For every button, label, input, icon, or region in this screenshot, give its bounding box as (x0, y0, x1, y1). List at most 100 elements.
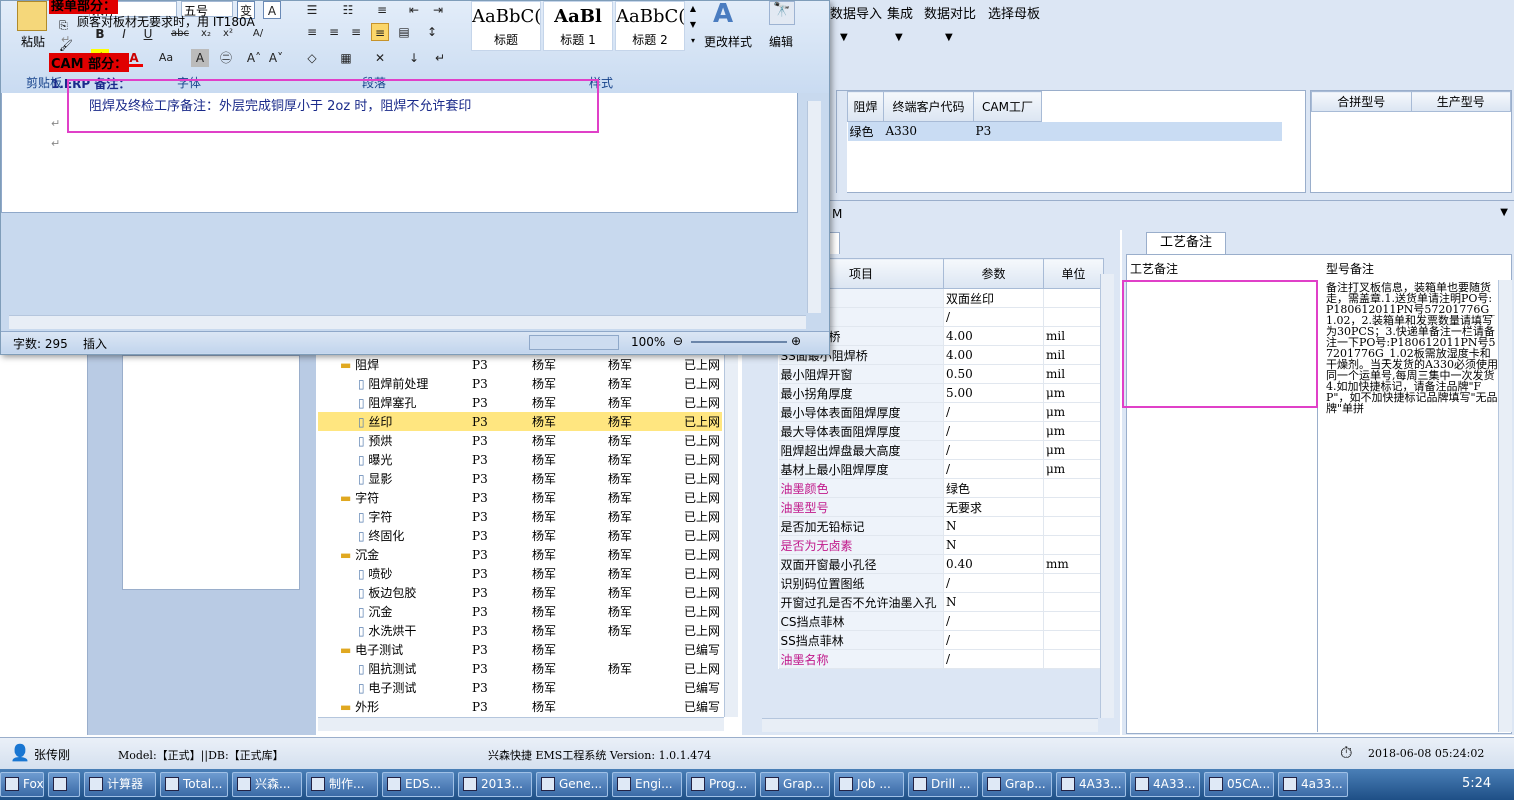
styles-scroll[interactable]: ▲ ▼ ▾ (687, 1, 699, 51)
paste-icon[interactable] (17, 1, 47, 31)
param-row[interactable]: 油墨颜色 绿色 (778, 478, 1104, 498)
taskbar-item[interactable]: Foxm... (0, 772, 44, 797)
tree-row[interactable]: ▯ 阻抗测试 P3 杨军 杨军 已上网 (318, 659, 722, 678)
param-row[interactable]: 阻焊超出焊盘最大高度 / μm (778, 440, 1104, 460)
insert-mode[interactable]: 插入 (83, 335, 107, 352)
taskbar-item[interactable]: Prog... (686, 772, 756, 797)
taskbar-item[interactable]: 制作... (306, 772, 378, 797)
doc-scrollbar-v[interactable] (807, 101, 821, 313)
tree-row[interactable]: ▯ 板边包胶 P3 杨军 杨军 已上网 (318, 583, 722, 602)
param-value[interactable]: 4.00 (943, 326, 1044, 346)
taskbar-item[interactable]: Grap... (982, 772, 1052, 797)
numbering-icon[interactable]: ☷ (339, 1, 357, 19)
change-styles-icon[interactable]: A (713, 1, 743, 27)
table-row[interactable]: 绿色 A330 P3 (847, 121, 1282, 141)
chevron-down-icon[interactable]: ▼ (895, 32, 903, 43)
zoom-slider[interactable] (691, 341, 787, 343)
char-shading-icon[interactable]: A (191, 49, 209, 67)
style-normal[interactable]: AaBbC( 标题 (471, 1, 541, 51)
param-row[interactable]: 最大导体表面阻焊厚度 / μm (778, 421, 1104, 441)
shrink-font-icon[interactable]: A˅ (267, 49, 285, 67)
tree-row[interactable]: ▯ 预烘 P3 杨军 杨军 已上网 (318, 431, 722, 450)
chevron-down-icon[interactable]: ▼ (840, 32, 848, 43)
param-value[interactable]: N (943, 535, 1044, 555)
distribute-icon[interactable]: ▤ (395, 23, 413, 41)
taskbar-item[interactable]: Drill ... (908, 772, 978, 797)
param-value[interactable]: 4.00 (943, 345, 1044, 365)
tree-row[interactable]: ▬ 沉金 P3 杨军 杨军 已上网 (318, 545, 722, 564)
tree-row[interactable]: ▯ 沉金 P3 杨军 杨军 已上网 (318, 602, 722, 621)
param-row[interactable]: 识别码位置图纸 / (778, 573, 1104, 593)
menu-data-compare[interactable]: 数据对比 (924, 3, 976, 22)
param-value[interactable]: 0.40 (943, 554, 1044, 574)
zoom-out-icon[interactable]: ⊖ (673, 334, 683, 348)
col-header[interactable]: 合拼型号 (1311, 91, 1412, 112)
param-row[interactable]: 油墨名称 / (778, 649, 1104, 669)
craft-scrollbar[interactable] (1498, 280, 1512, 732)
taskbar-item[interactable] (48, 772, 80, 797)
param-value[interactable]: / (943, 440, 1044, 460)
col-header[interactable]: 终端客户代码 (883, 91, 974, 122)
tree-row[interactable]: ▯ 字符 P3 杨军 杨军 已上网 (318, 507, 722, 526)
view-buttons[interactable] (529, 335, 619, 350)
param-value[interactable]: / (943, 611, 1044, 631)
param-value[interactable]: 无要求 (943, 497, 1044, 517)
param-value[interactable]: / (943, 573, 1044, 593)
param-value[interactable]: / (943, 307, 1044, 327)
justify-icon[interactable]: ≡ (371, 23, 389, 41)
taskbar-item[interactable]: 4a33... (1278, 772, 1348, 797)
word-count[interactable]: 字数: 295 (13, 335, 68, 352)
tree-row[interactable]: ▯ 电子测试 P3 杨军 已编写 (318, 678, 722, 697)
taskbar-clock[interactable]: 5:24 (1462, 776, 1491, 791)
taskbar-item[interactable]: Job ... (834, 772, 904, 797)
col-header[interactable]: 参数 (943, 258, 1044, 289)
asian-layout-icon[interactable]: ✕ (371, 49, 389, 67)
align-center-icon[interactable]: ≡ (325, 23, 343, 41)
param-value[interactable]: / (943, 421, 1044, 441)
param-row[interactable]: 最小导体表面阻焊厚度 / μm (778, 402, 1104, 422)
param-value[interactable]: N (943, 516, 1044, 536)
model-notes-text[interactable]: 备注打叉板信息，装箱单也要随货走，需盖章.1.送货单请注明PO号:P180612… (1326, 282, 1498, 722)
param-value[interactable]: / (943, 459, 1044, 479)
param-row[interactable]: 开窗过孔是否不允许油墨入孔 N (778, 592, 1104, 612)
col-header[interactable]: CAM工厂 (973, 91, 1042, 122)
shading-icon[interactable]: ◇ (303, 49, 321, 67)
multilevel-list-icon[interactable]: ≡ (373, 1, 391, 19)
taskbar-item[interactable]: EDS... (382, 772, 454, 797)
taskbar-item[interactable]: 兴森... (232, 772, 302, 797)
param-value[interactable]: 双面丝印 (943, 288, 1044, 308)
change-styles-button[interactable]: 更改样式 (704, 33, 752, 50)
char-border-icon[interactable]: A (263, 1, 281, 19)
tree-row[interactable]: ▯ 阻焊塞孔 P3 杨军 杨军 已上网 (318, 393, 722, 412)
style-heading-2[interactable]: AaBbC( 标题 2 (615, 1, 685, 51)
param-row[interactable]: 最小拐角厚度 5.00 μm (778, 383, 1104, 403)
param-row[interactable]: 是否加无铅标记 N (778, 516, 1104, 536)
taskbar-item[interactable]: 4A33... (1056, 772, 1126, 797)
param-value[interactable]: / (943, 402, 1044, 422)
col-header[interactable]: 生产型号 (1410, 91, 1511, 112)
param-row[interactable]: 油墨型号 无要求 (778, 497, 1104, 517)
param-value[interactable]: 绿色 (943, 478, 1044, 498)
borders-icon[interactable]: ▦ (337, 49, 355, 67)
tree-row[interactable]: ▯ 显影 P3 杨军 杨军 已上网 (318, 469, 722, 488)
find-icon[interactable]: 🔭 (769, 1, 795, 25)
grow-font-icon[interactable]: A˄ (245, 49, 263, 67)
line-spacing-icon[interactable]: ↕ (423, 23, 441, 41)
param-row[interactable]: 最小阻焊开窗 0.50 mil (778, 364, 1104, 384)
style-heading-1[interactable]: AaBl 标题 1 (543, 1, 613, 51)
enclose-char-icon[interactable]: ㊁ (217, 49, 235, 67)
bullets-icon[interactable]: ☰ (303, 1, 321, 19)
param-row[interactable]: SS挡点菲林 / (778, 630, 1104, 650)
increase-indent-icon[interactable]: ⇥ (429, 1, 447, 19)
menu-integrate[interactable]: 集成 (887, 3, 913, 22)
menu-data-import[interactable]: 数据导入 (830, 3, 882, 22)
edit-button[interactable]: 编辑 (769, 33, 793, 50)
col-header[interactable]: 单位 (1043, 258, 1104, 289)
param-row[interactable]: 双面开窗最小孔径 0.40 mm (778, 554, 1104, 574)
taskbar-item[interactable]: 05CA... (1204, 772, 1274, 797)
tree-scrollbar-h[interactable] (318, 717, 724, 731)
taskbar-item[interactable]: Grap... (760, 772, 830, 797)
param-row[interactable]: CS挡点菲林 / (778, 611, 1104, 631)
param-row[interactable]: 是否为无卤素 N (778, 535, 1104, 555)
tree-row[interactable]: ▯ 终固化 P3 杨军 杨军 已上网 (318, 526, 722, 545)
